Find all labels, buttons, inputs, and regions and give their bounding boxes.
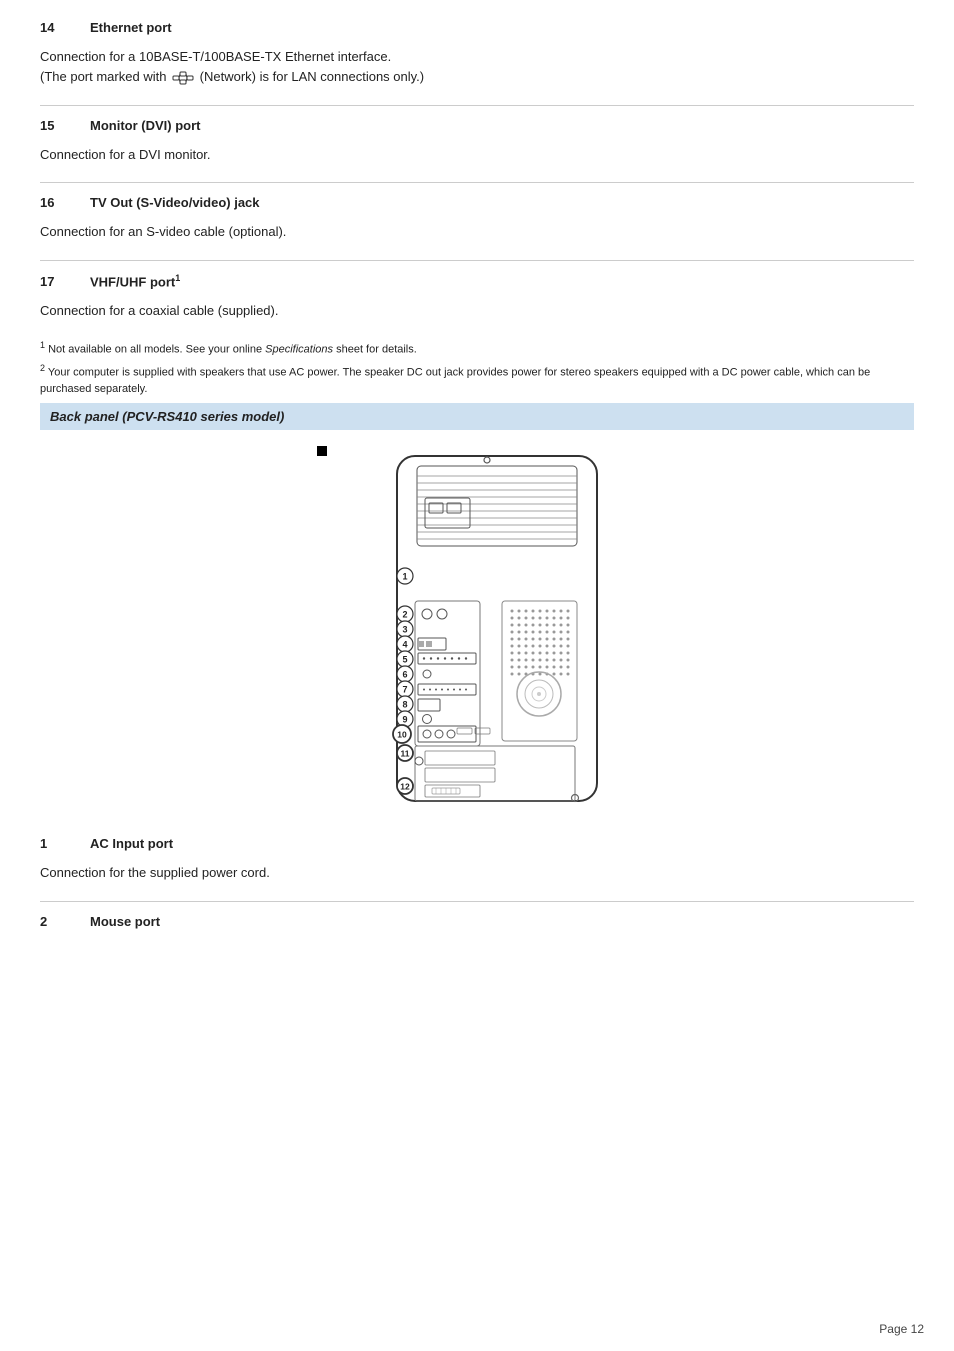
section-14-header: 14 Ethernet port (40, 20, 914, 39)
section-14-number: 14 (40, 20, 90, 35)
section-14-title: Ethernet port (90, 20, 172, 35)
footnote-1: 1 Not available on all models. See your … (40, 339, 914, 358)
section-15-text: Connection for a DVI monitor. (40, 147, 211, 162)
section-1-title: AC Input port (90, 836, 173, 851)
svg-text:2: 2 (402, 610, 407, 620)
svg-text:3: 3 (402, 625, 407, 635)
footnote-2-sup: 2 (40, 363, 45, 373)
section-15-header: 15 Monitor (DVI) port (40, 118, 914, 137)
svg-text:11: 11 (401, 749, 410, 759)
section-17-header: 17 VHF/UHF port1 (40, 273, 914, 293)
svg-text:7: 7 (402, 685, 407, 695)
section-16-title: TV Out (S-Video/video) jack (90, 195, 260, 210)
section-1: 1 AC Input port Connection for the suppl… (40, 836, 914, 883)
section-15-body: Connection for a DVI monitor. (40, 145, 914, 165)
page-number-text: Page 12 (879, 1322, 924, 1336)
divider-1-2 (40, 901, 914, 902)
section-1-text: Connection for the supplied power cord. (40, 865, 270, 880)
footnote-1-sup: 1 (40, 340, 45, 350)
section-16-body: Connection for an S-video cable (optiona… (40, 222, 914, 242)
section-17-number: 17 (40, 274, 90, 289)
network-icon (172, 67, 194, 87)
svg-text:6: 6 (402, 670, 407, 680)
back-panel-label: Back panel (PCV-RS410 series model) (40, 403, 914, 430)
section-15-title: Monitor (DVI) port (90, 118, 200, 133)
svg-text:8: 8 (402, 700, 407, 710)
section-2-header: 2 Mouse port (40, 914, 914, 933)
footnote-1-text: Not available on all models. See your on… (48, 343, 265, 355)
section-16-header: 16 TV Out (S-Video/video) jack (40, 195, 914, 214)
section-1-body: Connection for the supplied power cord. (40, 863, 914, 883)
page-number: Page 12 (879, 1322, 924, 1336)
section-1-number: 1 (40, 836, 90, 851)
svg-text:9: 9 (402, 715, 407, 725)
section-15-number: 15 (40, 118, 90, 133)
divider-16-17 (40, 260, 914, 261)
divider-14-15 (40, 105, 914, 106)
section-2: 2 Mouse port (40, 914, 914, 933)
section-16-number: 16 (40, 195, 90, 210)
page-container: 14 Ethernet port Connection for a 10BASE… (0, 0, 954, 1351)
section-16-text: Connection for an S-video cable (optiona… (40, 224, 286, 239)
section-1-header: 1 AC Input port (40, 836, 914, 855)
back-panel-diagram: 1 2 3 4 5 6 7 (317, 446, 637, 816)
footnotes: 1 Not available on all models. See your … (40, 339, 914, 398)
section-17-text: Connection for a coaxial cable (supplied… (40, 303, 278, 318)
svg-text:4: 4 (402, 640, 407, 650)
section-14: 14 Ethernet port Connection for a 10BASE… (40, 20, 914, 87)
svg-text:1: 1 (402, 572, 407, 582)
section-14-text1: Connection for a 10BASE-T/100BASE-TX Eth… (40, 47, 914, 67)
section-2-title: Mouse port (90, 914, 160, 929)
section-14-body: Connection for a 10BASE-T/100BASE-TX Eth… (40, 47, 914, 87)
footnote-1-italic: Specifications (265, 343, 333, 355)
section-17-title: VHF/UHF port1 (90, 273, 180, 289)
section-17-sup: 1 (175, 273, 180, 283)
svg-text:12: 12 (400, 782, 410, 792)
section-17: 17 VHF/UHF port1 Connection for a coaxia… (40, 273, 914, 321)
section-15: 15 Monitor (DVI) port Connection for a D… (40, 118, 914, 165)
section-16: 16 TV Out (S-Video/video) jack Connectio… (40, 195, 914, 242)
section-2-number: 2 (40, 914, 90, 929)
footnote-1-text2: sheet for details. (336, 343, 417, 355)
svg-text:10: 10 (397, 730, 407, 740)
section-14-text2: (The port marked with (Network) is f (40, 67, 914, 87)
footnote-2-text: Your computer is supplied with speakers … (40, 366, 870, 395)
diagram-container: 1 2 3 4 5 6 7 (40, 446, 914, 816)
footnote-2: 2 Your computer is supplied with speaker… (40, 362, 914, 398)
section-17-body: Connection for a coaxial cable (supplied… (40, 301, 914, 321)
svg-text:5: 5 (402, 655, 407, 665)
divider-15-16 (40, 182, 914, 183)
